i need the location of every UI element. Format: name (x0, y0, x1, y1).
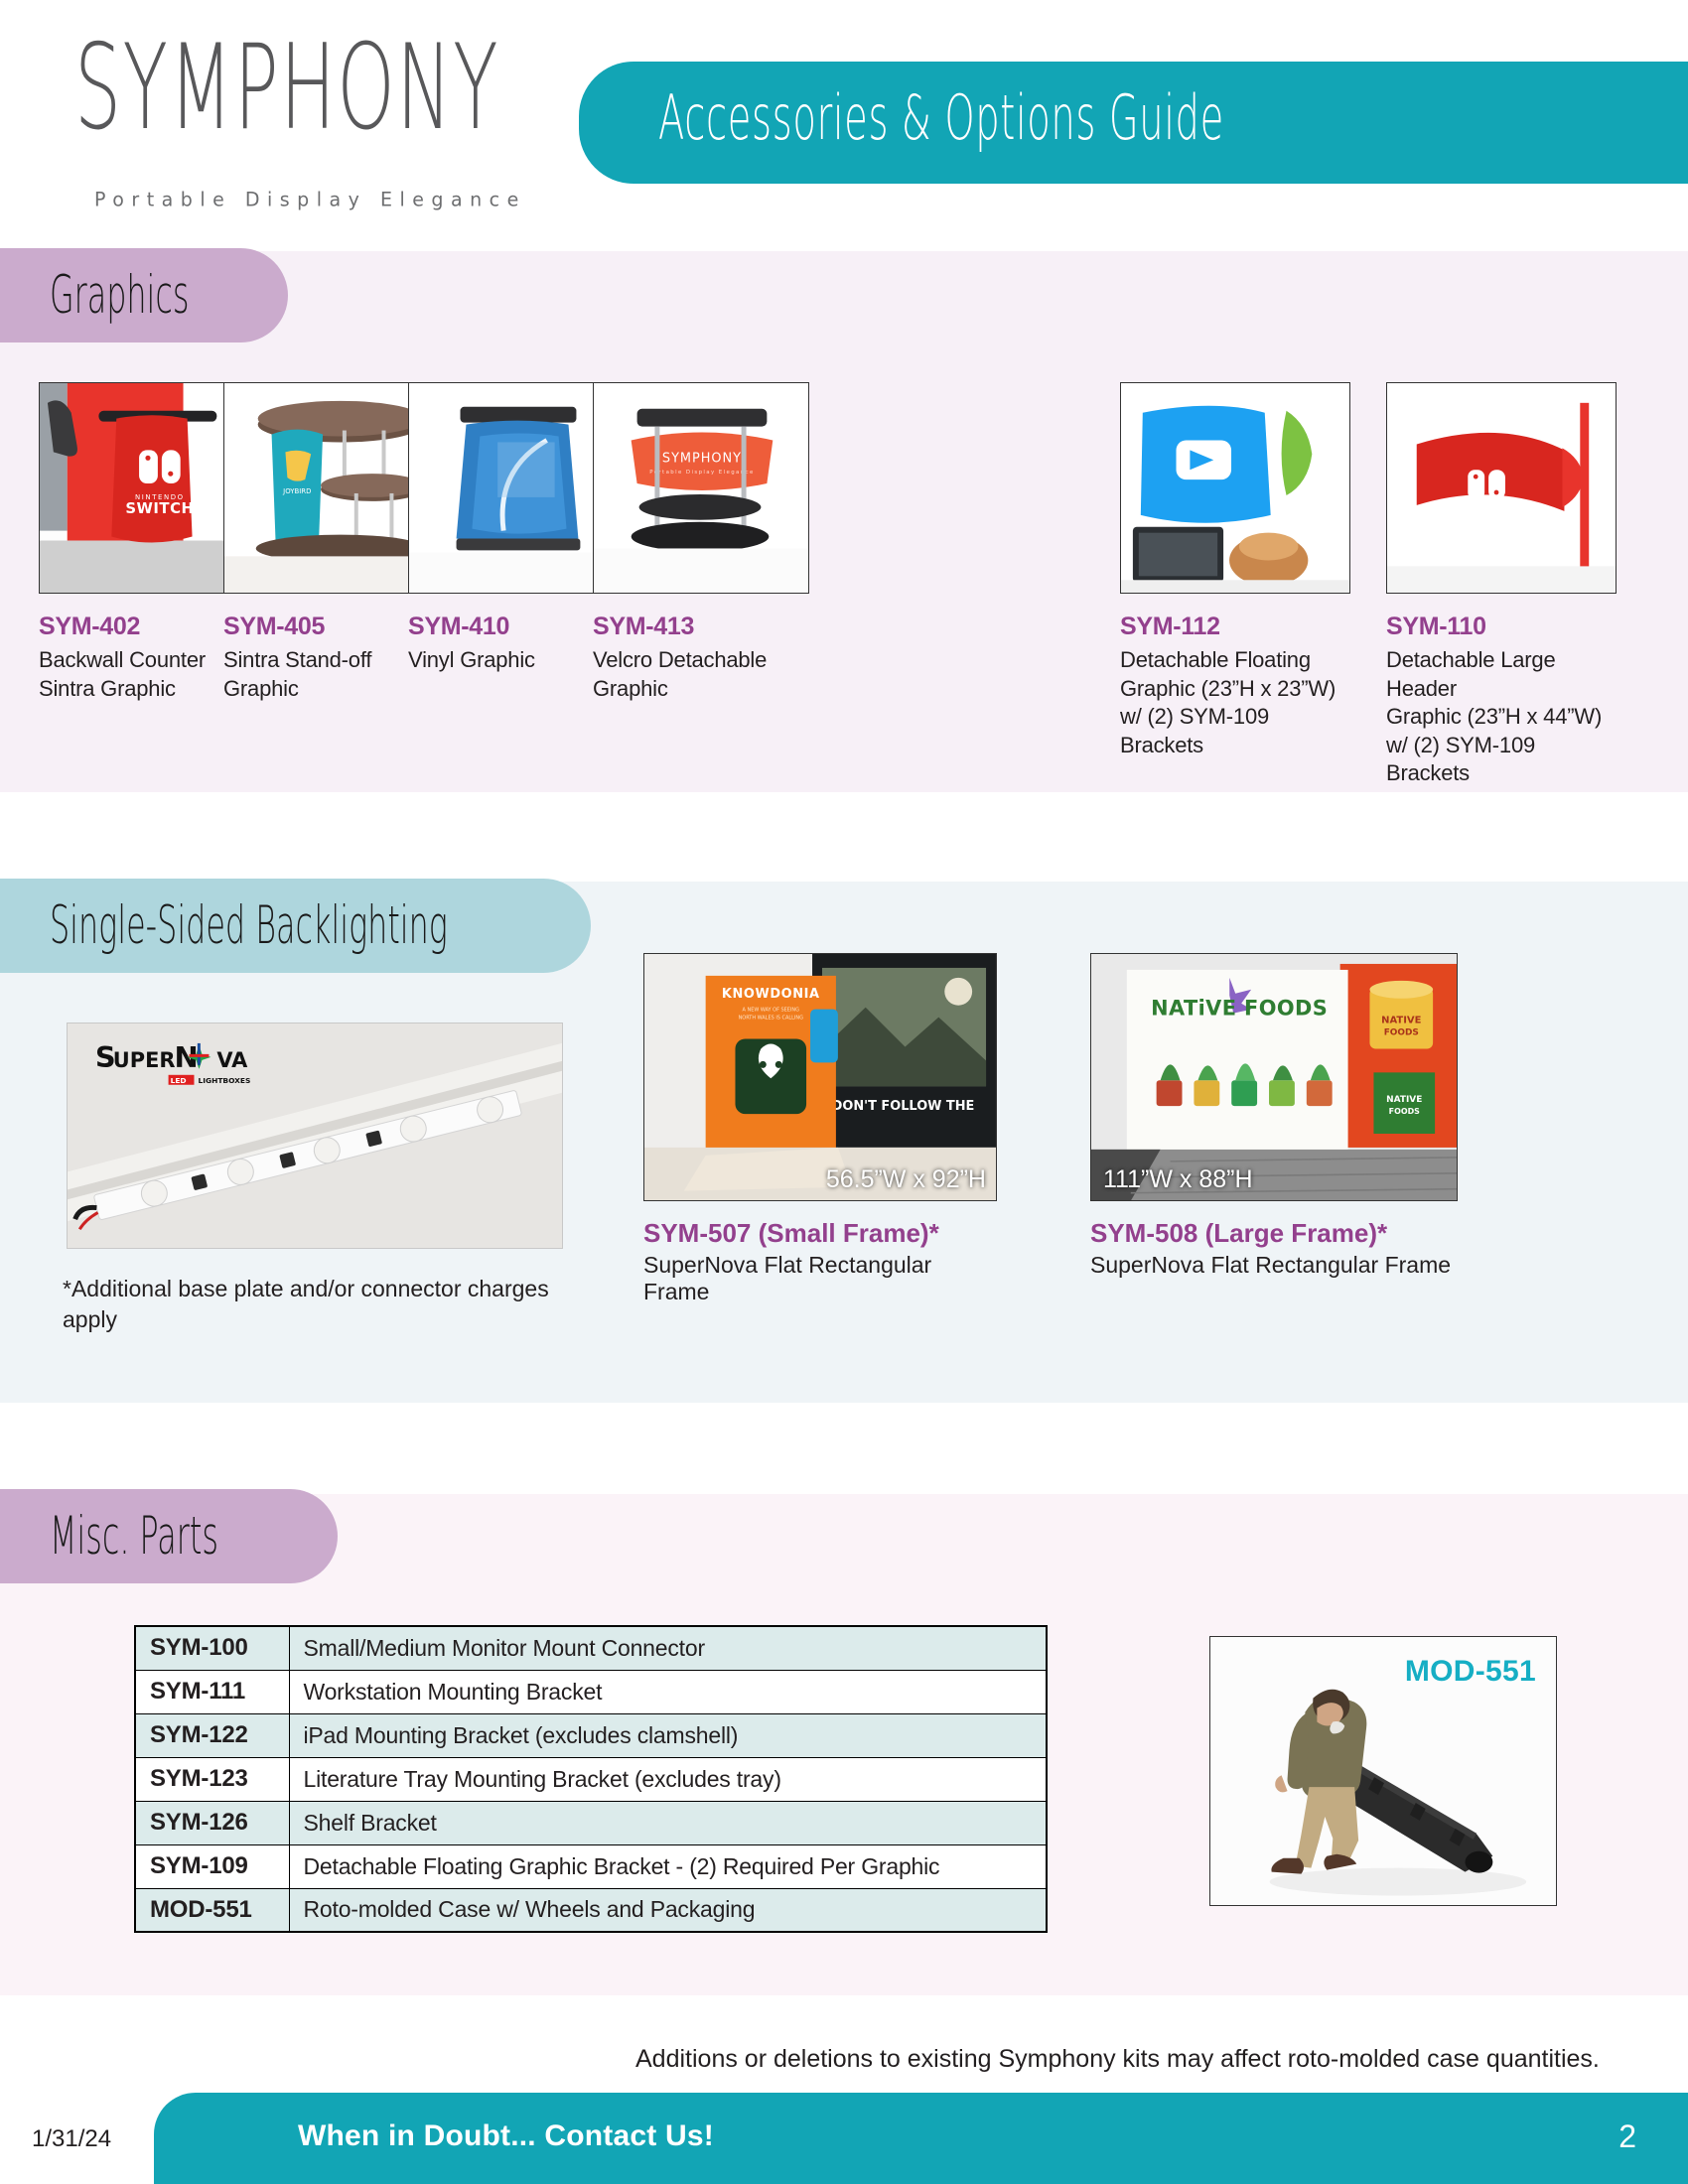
footer-bar: When in Doubt... Contact Us! 2 (154, 2093, 1688, 2184)
svg-text:KNOWDONIA: KNOWDONIA (722, 987, 820, 1002)
table-row[interactable]: MOD-551 Roto-molded Case w/ Wheels and Pa… (134, 1887, 1048, 1933)
section-tab-misc-parts: Misc. Parts (0, 1489, 338, 1583)
section-tab-backlighting: Single-Sided Backlighting (0, 879, 591, 973)
frame-card-sym-507[interactable]: DON'T FOLLOW THE KNOWDONIA A NEW WAY OF … (643, 953, 1001, 1305)
frame-dimensions-sym-508: 111”W x 88”H (1103, 1165, 1253, 1193)
svg-text:DON'T FOLLOW THE: DON'T FOLLOW THE (832, 1099, 975, 1114)
frame-sku-sym-508: SYM-508 (Large Frame)* (1090, 1218, 1468, 1249)
part-sku: SYM-109 (134, 1843, 290, 1889)
part-desc: Detachable Floating Graphic Bracket - (2… (288, 1843, 1048, 1889)
header-banner: Accessories & Options Guide (579, 62, 1688, 184)
frame-sku-code: SYM-508 (1090, 1218, 1198, 1248)
svg-text:UPER: UPER (113, 1048, 176, 1072)
misc-parts-table: SYM-100 Small/Medium Monitor Mount Connec… (134, 1625, 1048, 1933)
table-row[interactable]: SYM-109 Detachable Floating Graphic Brack… (134, 1843, 1048, 1889)
frame-dimensions-sym-507: 56.5”W x 92”H (825, 1165, 986, 1193)
bottom-note: Additions or deletions to existing Symph… (635, 2045, 1600, 2073)
section-tab-graphics: Graphics (0, 248, 288, 342)
frame-image-sym-507: DON'T FOLLOW THE KNOWDONIA A NEW WAY OF … (643, 953, 997, 1201)
section-title-backlighting: Single-Sided Backlighting (50, 895, 448, 956)
product-card-sym-110[interactable]: NINTENDO SWITCH SYM-110 Detachable Large… (1386, 382, 1617, 788)
svg-text:NATIVE: NATIVE (1386, 1095, 1422, 1105)
mod-551-label: MOD-551 (1404, 1655, 1536, 1688)
table-row[interactable]: SYM-100 Small/Medium Monitor Mount Connec… (134, 1625, 1048, 1671)
part-desc: Shelf Bracket (288, 1800, 1048, 1845)
product-sku: SYM-110 (1386, 613, 1486, 640)
svg-text:FOODS: FOODS (1389, 1107, 1421, 1116)
product-sku: SYM-112 (1120, 613, 1220, 640)
graphics-product-row: NINTENDO SWITCH SYM-402 Backwall Counter… (0, 382, 1688, 785)
part-desc: Roto-molded Case w/ Wheels and Packaging (288, 1887, 1048, 1933)
footer-message: When in Doubt... Contact Us! (298, 2119, 714, 2152)
part-sku: SYM-123 (134, 1756, 290, 1802)
product-card-sym-112[interactable]: SYM-112 Detachable Floating Graphic (23”… (1120, 382, 1350, 759)
section-title-graphics: Graphics (50, 265, 190, 326)
svg-text:LED: LED (171, 1076, 187, 1085)
svg-text:NATiVE FOODS: NATiVE FOODS (1151, 997, 1328, 1021)
page-title: Accessories & Options Guide (658, 81, 1224, 154)
svg-text:JOYBIRD: JOYBIRD (282, 487, 311, 495)
svg-text:SYMPHONY: SYMPHONY (662, 451, 742, 466)
footer-page-number: 2 (1618, 2118, 1636, 2154)
product-desc: Detachable Large Header Graphic (23”H x … (1386, 647, 1603, 786)
frame-desc-sym-507: SuperNova Flat Rectangular Frame (643, 1252, 932, 1304)
product-image-sym-110: NINTENDO SWITCH (1386, 382, 1617, 594)
part-desc: iPad Mounting Bracket (excludes clamshel… (288, 1712, 1048, 1758)
frame-card-sym-508[interactable]: NATIVE FOODS NATIVE FOODS NATiVE FOODS 1… (1090, 953, 1468, 1279)
table-row[interactable]: SYM-122 iPad Mounting Bracket (excludes c… (134, 1712, 1048, 1758)
product-desc: Velcro Detachable Graphic (593, 647, 768, 701)
product-card-sym-413[interactable]: SYMPHONY Portable Display Elegance SYM-4… (593, 382, 809, 703)
footer-date: 1/31/24 (32, 2125, 112, 2152)
table-row[interactable]: SYM-111 Workstation Mounting Bracket (134, 1669, 1048, 1714)
svg-text:Portable Display Elegance: Portable Display Elegance (649, 470, 754, 476)
logo-wordmark: SYMPHONY (74, 20, 500, 157)
svg-text:VA: VA (216, 1048, 248, 1072)
supernova-led-image: S UPER N VA LED LIGHTBOXES (67, 1023, 563, 1249)
frame-image-sym-508: NATIVE FOODS NATIVE FOODS NATiVE FOODS 1… (1090, 953, 1458, 1201)
product-image-sym-413: SYMPHONY Portable Display Elegance (593, 382, 809, 594)
svg-text:NORTH WALES IS CALLING: NORTH WALES IS CALLING (739, 1016, 804, 1022)
symphony-logo: SYMPHONY Portable Display Elegance (74, 20, 518, 210)
table-row[interactable]: SYM-126 Shelf Bracket (134, 1800, 1048, 1845)
table-row[interactable]: SYM-123 Literature Tray Mounting Bracket … (134, 1756, 1048, 1802)
svg-text:FOODS: FOODS (1384, 1028, 1419, 1038)
frame-sku-sym-507: SYM-507 (Small Frame)* (643, 1218, 1001, 1249)
frame-sku-code: SYM-507 (643, 1218, 752, 1248)
part-sku: SYM-122 (134, 1712, 290, 1758)
mod-551-case-image: MOD-551 (1209, 1636, 1557, 1906)
part-sku: SYM-126 (134, 1800, 290, 1845)
frame-desc-sym-508: SuperNova Flat Rectangular Frame (1090, 1252, 1452, 1278)
frame-variant: (Small Frame)* (758, 1218, 939, 1248)
part-desc: Literature Tray Mounting Bracket (exclud… (288, 1756, 1048, 1802)
part-sku: SYM-100 (134, 1625, 290, 1671)
product-sku: SYM-413 (593, 613, 695, 640)
section-title-misc-parts: Misc. Parts (50, 1506, 218, 1567)
svg-text:A NEW WAY OF SEEING: A NEW WAY OF SEEING (743, 1008, 800, 1014)
svg-text:SWITCH: SWITCH (125, 499, 194, 517)
product-desc: Detachable Floating Graphic (23”H x 23”W… (1120, 647, 1336, 757)
frame-variant: (Large Frame)* (1204, 1218, 1388, 1248)
part-sku: SYM-111 (134, 1669, 290, 1714)
supernova-note: *Additional base plate and/or connector … (63, 1276, 549, 1333)
part-desc: Workstation Mounting Bracket (288, 1669, 1048, 1714)
part-desc: Small/Medium Monitor Mount Connector (288, 1625, 1048, 1671)
product-image-sym-112 (1120, 382, 1350, 594)
svg-text:LIGHTBOXES: LIGHTBOXES (198, 1076, 250, 1085)
svg-text:NATIVE: NATIVE (1381, 1016, 1421, 1026)
svg-text:SWITCH: SWITCH (1462, 514, 1514, 528)
logo-tagline: Portable Display Elegance (94, 188, 526, 211)
page-header: SYMPHONY Portable Display Elegance Acces… (0, 0, 1688, 233)
part-sku: MOD-551 (134, 1887, 290, 1933)
